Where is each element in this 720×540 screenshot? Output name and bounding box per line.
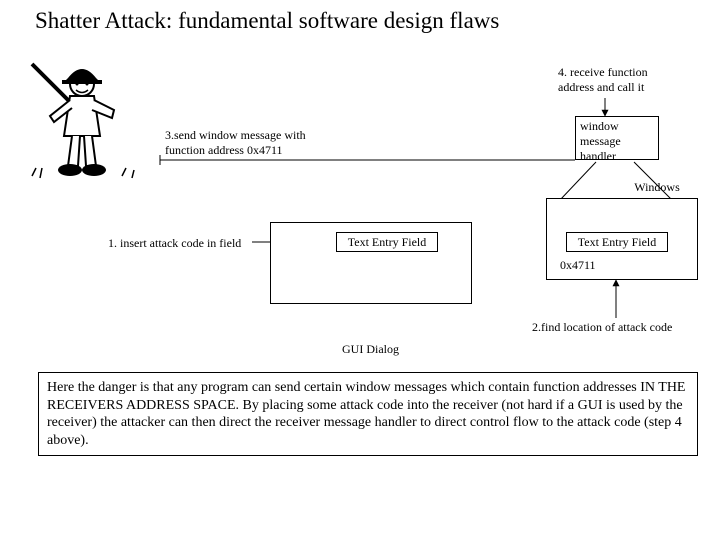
step-4-label: 4. receive function address and call it bbox=[558, 65, 688, 95]
explanation-paragraph: Here the danger is that any program can … bbox=[38, 372, 698, 456]
gui-dialog-label: GUI Dialog bbox=[342, 342, 399, 357]
step-2-label: 2.find location of attack code bbox=[532, 320, 672, 335]
address-label: 0x4711 bbox=[560, 258, 596, 273]
page-title: Shatter Attack: fundamental software des… bbox=[35, 8, 499, 34]
step-1-label: 1. insert attack code in field bbox=[108, 236, 248, 251]
hunter-cartoon-image bbox=[22, 50, 142, 180]
text-entry-field-right: Text Entry Field bbox=[566, 232, 668, 252]
window-message-handler-box: window message handler bbox=[575, 116, 659, 160]
step-3-label: 3.send window message with function addr… bbox=[165, 128, 335, 158]
text-entry-field-left: Text Entry Field bbox=[336, 232, 438, 252]
